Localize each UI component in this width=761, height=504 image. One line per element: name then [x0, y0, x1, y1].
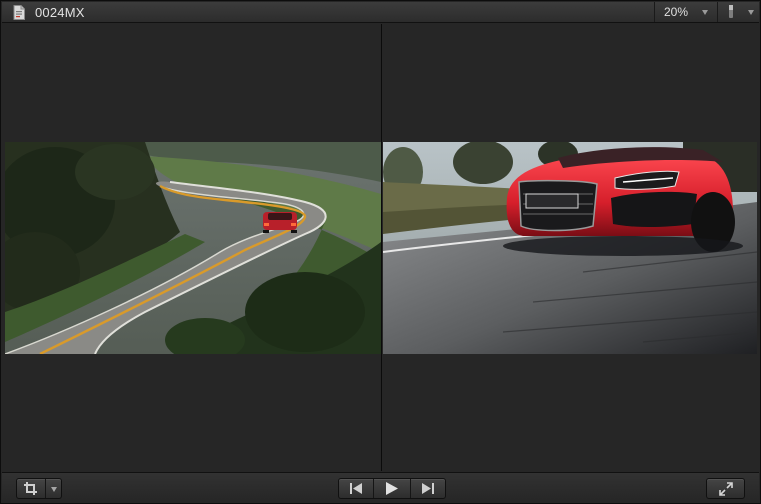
- go-to-start-button[interactable]: [339, 479, 373, 498]
- skip-back-icon: [350, 483, 362, 494]
- zoom-menu[interactable]: 20%: [654, 2, 715, 22]
- viewer-titlebar: 0024MX 20%: [2, 2, 759, 23]
- crop-transform-icon: [24, 482, 37, 495]
- skip-forward-icon: [422, 483, 434, 494]
- chevron-down-icon: [702, 10, 708, 15]
- red-car-closeup-image: [383, 142, 757, 354]
- transport-controls: [338, 478, 446, 499]
- chevron-down-icon: [51, 487, 57, 492]
- zoom-level: 20%: [664, 5, 689, 19]
- fullscreen-button[interactable]: [706, 478, 745, 499]
- expand-fullscreen-icon: [719, 482, 733, 496]
- split-divider: [381, 24, 382, 471]
- view-options-menu[interactable]: [717, 2, 758, 22]
- viewer-bottom-bar: [2, 472, 759, 502]
- transform-menu-button[interactable]: [16, 478, 62, 499]
- view-options-icon: [729, 5, 733, 18]
- viewer-canvas[interactable]: [5, 24, 757, 471]
- go-to-end-button[interactable]: [411, 479, 445, 498]
- viewer-window: 0024MX 20%: [0, 0, 761, 504]
- play-icon: [386, 482, 398, 495]
- red-car-distant: [263, 212, 297, 233]
- chevron-down-icon: [748, 10, 754, 15]
- right-video-frame[interactable]: [383, 142, 757, 354]
- winding-road-image: [5, 142, 381, 354]
- clip-name: 0024MX: [35, 5, 85, 20]
- document-icon: [13, 5, 25, 20]
- play-button[interactable]: [374, 479, 410, 498]
- left-video-frame[interactable]: [5, 142, 381, 354]
